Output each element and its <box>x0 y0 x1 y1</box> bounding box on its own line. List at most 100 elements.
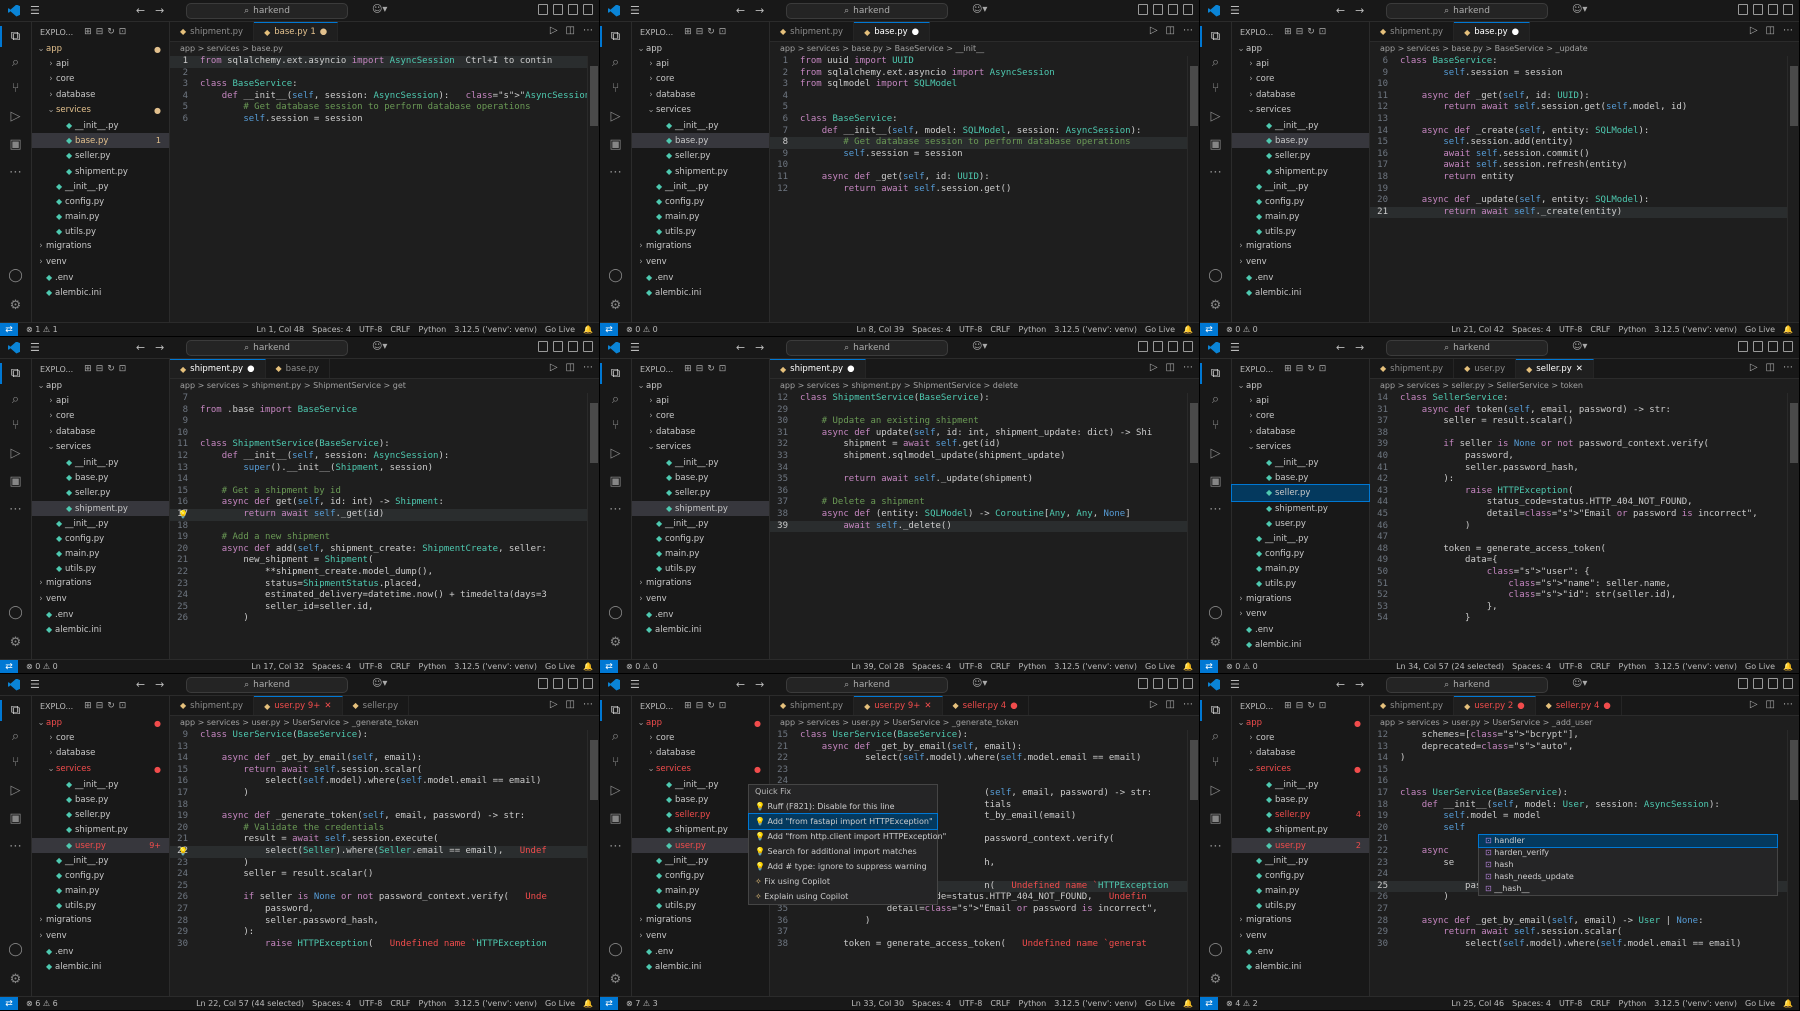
customize-layout-icon[interactable] <box>1783 678 1793 689</box>
tree-item[interactable]: ◆ shipment.py <box>32 164 169 179</box>
toggle-secondary-sidebar-icon[interactable] <box>1768 341 1778 352</box>
code-editor[interactable]: 1 from sqlalchemy.ext.asyncio import Asyn… <box>170 56 587 322</box>
toggle-primary-sidebar-icon[interactable] <box>1138 4 1148 15</box>
remote-icon[interactable]: ⇄ <box>0 322 18 336</box>
line-ending[interactable]: CRLF <box>990 325 1010 334</box>
tree-item[interactable]: › venv <box>632 592 769 607</box>
code-editor[interactable]: 12 class ShipmentService(BaseService): 29 3… <box>770 393 1187 659</box>
tree-item[interactable]: › core <box>632 72 769 87</box>
code-line[interactable]: 18 <box>170 800 587 812</box>
tree-item[interactable]: ◆ utils.py <box>1232 898 1369 913</box>
new-folder-icon[interactable]: ⊟ <box>1296 364 1304 374</box>
split-editor-icon[interactable]: ◫ <box>1166 362 1175 373</box>
refresh-icon[interactable]: ↻ <box>707 701 715 711</box>
forward-arrow-icon[interactable]: → <box>1355 679 1364 690</box>
indentation[interactable]: Spaces: 4 <box>1512 999 1551 1008</box>
code-line[interactable]: 11 async def _get(self, id: UUID): <box>1370 91 1787 103</box>
code-line[interactable]: 42 ): <box>1370 474 1787 486</box>
toggle-secondary-sidebar-icon[interactable] <box>1168 4 1178 15</box>
vertical-scrollbar[interactable] <box>587 730 599 996</box>
code-line[interactable]: 22 select(self.model).where(self.model.e… <box>770 753 1187 765</box>
python-version[interactable]: 3.12.5 ('venv': venv) <box>1054 662 1137 671</box>
editor-tab[interactable]: ◆ shipment.py <box>170 696 255 715</box>
tree-item[interactable]: ◆ user.py 2 <box>1232 837 1369 853</box>
code-line[interactable]: 21 result = await self.session.execute( <box>170 834 587 846</box>
editor-tab[interactable]: ◆ seller.py 4 ● <box>1536 696 1622 715</box>
tree-item[interactable]: ◆ utils.py <box>1232 576 1369 591</box>
code-line[interactable]: 17 ) <box>170 788 587 800</box>
editor-tab[interactable]: ◆ base.py <box>266 359 331 378</box>
tree-item[interactable]: ◆ shipment.py <box>1232 501 1369 516</box>
unsaved-dot-icon[interactable]: ● <box>912 27 919 37</box>
vertical-scrollbar[interactable] <box>1787 730 1799 996</box>
tree-item[interactable]: ◆ .env <box>1232 622 1369 637</box>
new-file-icon[interactable]: ⊞ <box>684 701 692 711</box>
toggle-primary-sidebar-icon[interactable] <box>1738 678 1748 689</box>
collapse-icon[interactable]: ⊡ <box>119 27 127 37</box>
tree-item[interactable]: › database <box>632 88 769 103</box>
code-line[interactable]: 41 seller.password_hash, <box>1370 463 1787 475</box>
forward-arrow-icon[interactable]: → <box>1355 342 1364 353</box>
new-file-icon[interactable]: ⊞ <box>1284 27 1292 37</box>
tree-item[interactable]: ◆ base.py <box>32 792 169 807</box>
code-line[interactable]: 30 select(self.model).where(self.model.e… <box>1370 939 1787 951</box>
code-line[interactable]: 29 return await self.session.scalar( <box>1370 927 1787 939</box>
tree-item[interactable]: ⌄app <box>632 42 769 57</box>
language-mode[interactable]: Python <box>1019 999 1047 1008</box>
tree-item[interactable]: › core <box>32 731 169 746</box>
tree-item[interactable]: ◆ .env <box>32 270 169 285</box>
vertical-scrollbar[interactable] <box>587 56 599 322</box>
code-line[interactable]: 4 def __init__(self, session: AsyncSessi… <box>170 91 587 103</box>
tree-item[interactable]: › migrations <box>32 913 169 928</box>
account-icon[interactable]: ◯ <box>7 267 24 284</box>
language-mode[interactable]: Python <box>419 662 447 671</box>
tree-item[interactable]: ◆ config.py <box>32 194 169 209</box>
remote-icon[interactable]: ⇄ <box>1200 996 1218 1010</box>
code-line[interactable]: 14 async def _get_by_email(self, email): <box>170 753 587 765</box>
problems-count[interactable]: ⊗ 0 ⚠ 0 <box>1226 325 1258 334</box>
editor-tab[interactable]: ◆ shipment.py ● <box>170 359 266 378</box>
collapse-icon[interactable]: ⊡ <box>719 701 727 711</box>
run-icon[interactable]: ▷ <box>1150 362 1158 373</box>
tree-item[interactable]: › migrations <box>32 239 169 254</box>
split-editor-icon[interactable]: ◫ <box>566 699 575 710</box>
code-line[interactable]: 37 <box>770 927 1187 939</box>
explorer-icon[interactable]: ⧉ <box>1200 363 1224 384</box>
run-icon[interactable]: ▷ <box>1750 362 1758 373</box>
bell-icon[interactable]: 🔔 <box>1183 999 1193 1008</box>
tree-item[interactable]: › api <box>1232 57 1369 72</box>
code-line[interactable]: 5 <box>770 102 1187 114</box>
back-arrow-icon[interactable]: ← <box>736 679 745 690</box>
code-line[interactable]: 28 seller.password_hash, <box>170 916 587 928</box>
copilot-icon[interactable]: ☺▾ <box>972 341 987 352</box>
tree-item[interactable]: ◆ __init__.py <box>32 777 169 792</box>
tree-item[interactable]: ◆ seller.py <box>32 148 169 163</box>
code-editor[interactable]: 9 class UserService(BaseService): 13 14 asy… <box>170 730 587 996</box>
tree-item[interactable]: › venv <box>1232 607 1369 622</box>
editor-tab[interactable]: ◆ shipment.py <box>1370 696 1455 715</box>
tree-item[interactable]: ◆ main.py <box>32 883 169 898</box>
close-icon[interactable]: ✕ <box>924 701 931 711</box>
tree-item[interactable]: › venv <box>632 255 769 270</box>
refresh-icon[interactable]: ↻ <box>707 364 715 374</box>
code-line[interactable]: 11 class ShipmentService(BaseService): <box>170 439 587 451</box>
tree-item[interactable]: ◆ utils.py <box>32 898 169 913</box>
indentation[interactable]: Spaces: 4 <box>312 662 351 671</box>
code-line[interactable]: 40 password, <box>1370 451 1787 463</box>
code-line[interactable]: 2 <box>170 68 587 80</box>
code-line[interactable]: 49 data={ <box>1370 555 1787 567</box>
code-line[interactable]: 52 class="s">"id": str(seller.id), <box>1370 590 1787 602</box>
copilot-icon[interactable]: ☺▾ <box>372 678 387 689</box>
search-icon[interactable]: ⌕ <box>7 391 24 408</box>
toggle-secondary-sidebar-icon[interactable] <box>568 678 578 689</box>
remote-icon[interactable]: ⇄ <box>0 659 18 673</box>
tree-item[interactable]: ◆ config.py <box>1232 194 1369 209</box>
code-line[interactable]: 22 select(Seller).where(Seller.email == … <box>170 845 587 858</box>
code-line[interactable]: 48 token = generate_access_token( <box>1370 544 1787 556</box>
cursor-position[interactable]: Ln 1, Col 48 <box>256 325 304 334</box>
tree-item[interactable]: ◆ user.py <box>1232 516 1369 531</box>
tree-item[interactable]: › core <box>632 409 769 424</box>
editor-tab[interactable]: ◆ user.py 9+ ✕ <box>254 696 343 715</box>
code-line[interactable]: 43 raise HTTPException( <box>1370 486 1787 498</box>
new-folder-icon[interactable]: ⊟ <box>96 701 104 711</box>
